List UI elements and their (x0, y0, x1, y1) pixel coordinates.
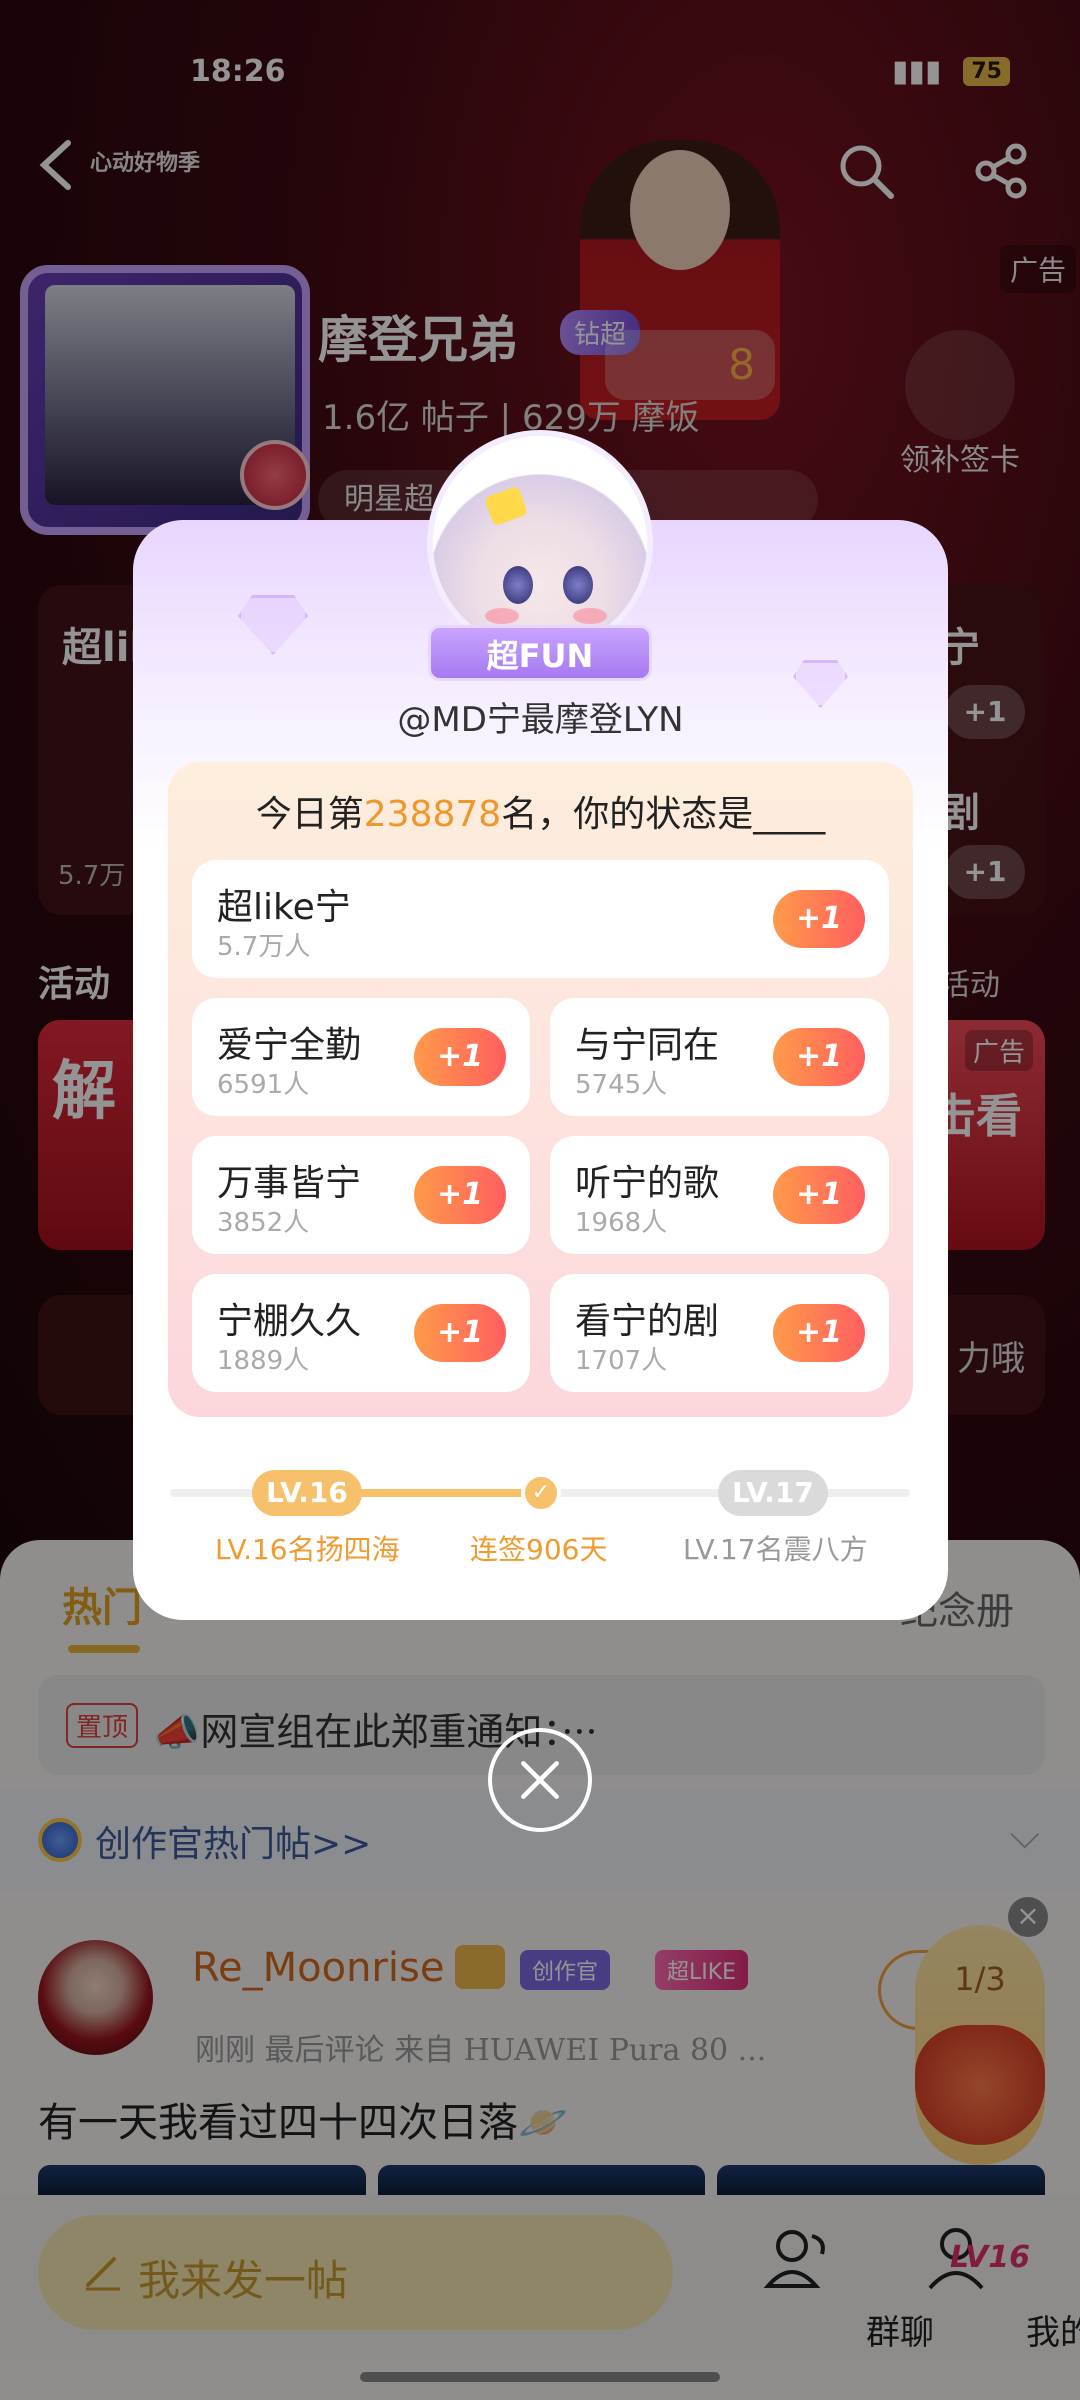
status-option-count: 5.7万人 (217, 932, 311, 962)
status-option-name: 看宁的剧 (575, 1301, 720, 1342)
status-option-name: 超like宁 (217, 887, 351, 928)
avatar-eye (503, 566, 533, 604)
checkin-streak-label: 连签906天 (470, 1533, 608, 1566)
rank-suffix: 名，你的状态是____ (501, 794, 826, 835)
plus-one-button[interactable]: +1 (414, 1028, 506, 1086)
status-option-count: 5745人 (575, 1070, 668, 1100)
status-option-name: 听宁的歌 (575, 1163, 720, 1204)
plus-one-button[interactable]: +1 (773, 1304, 865, 1362)
status-option[interactable]: 与宁同在 5745人 +1 (550, 998, 889, 1116)
status-option[interactable]: 宁棚久久 1889人 +1 (192, 1274, 530, 1392)
current-level-label: LV.16名扬四海 (215, 1533, 400, 1566)
rank-prefix: 今日第 (255, 794, 364, 835)
plus-one-button[interactable]: +1 (773, 1028, 865, 1086)
avatar-eye (563, 566, 593, 604)
super-fun-badge: 超FUN (428, 625, 652, 681)
rank-number: 238878 (363, 794, 502, 835)
modal-username: @MD宁最摩登LYN (397, 700, 684, 740)
status-option[interactable]: 听宁的歌 1968人 +1 (550, 1136, 889, 1254)
status-option-count: 1707人 (575, 1346, 668, 1376)
close-modal-button[interactable] (488, 1728, 592, 1832)
plus-one-button[interactable]: +1 (414, 1166, 506, 1224)
status-option-count: 3852人 (217, 1208, 310, 1238)
status-option-count: 1889人 (217, 1346, 310, 1376)
user-avatar (427, 430, 653, 656)
plus-one-button[interactable]: +1 (773, 890, 865, 948)
status-option-count: 6591人 (217, 1070, 310, 1100)
status-option[interactable]: 看宁的剧 1707人 +1 (550, 1274, 889, 1392)
status-option-name: 宁棚久久 (217, 1301, 362, 1342)
current-level-pill: LV.16 (252, 1470, 362, 1516)
status-option[interactable]: 超like宁 5.7万人 +1 (192, 860, 889, 978)
next-level-label: LV.17名震八方 (683, 1533, 868, 1566)
avatar-blush (573, 608, 607, 624)
status-option-count: 1968人 (575, 1208, 668, 1238)
next-level-pill: LV.17 (718, 1470, 828, 1516)
plus-one-button[interactable]: +1 (414, 1304, 506, 1362)
status-option[interactable]: 万事皆宁 3852人 +1 (192, 1136, 530, 1254)
status-option[interactable]: 爱宁全勤 6591人 +1 (192, 998, 530, 1116)
status-option-name: 爱宁全勤 (217, 1025, 362, 1066)
diamond-decoration-icon (238, 595, 308, 655)
check-icon: ✓ (521, 1473, 561, 1513)
plus-one-button[interactable]: +1 (773, 1166, 865, 1224)
status-option-name: 万事皆宁 (217, 1163, 362, 1204)
avatar-art (433, 436, 647, 650)
status-option-name: 与宁同在 (575, 1025, 720, 1066)
avatar-blush (485, 608, 519, 624)
rank-line: 今日第238878名，你的状态是____ (168, 785, 913, 837)
